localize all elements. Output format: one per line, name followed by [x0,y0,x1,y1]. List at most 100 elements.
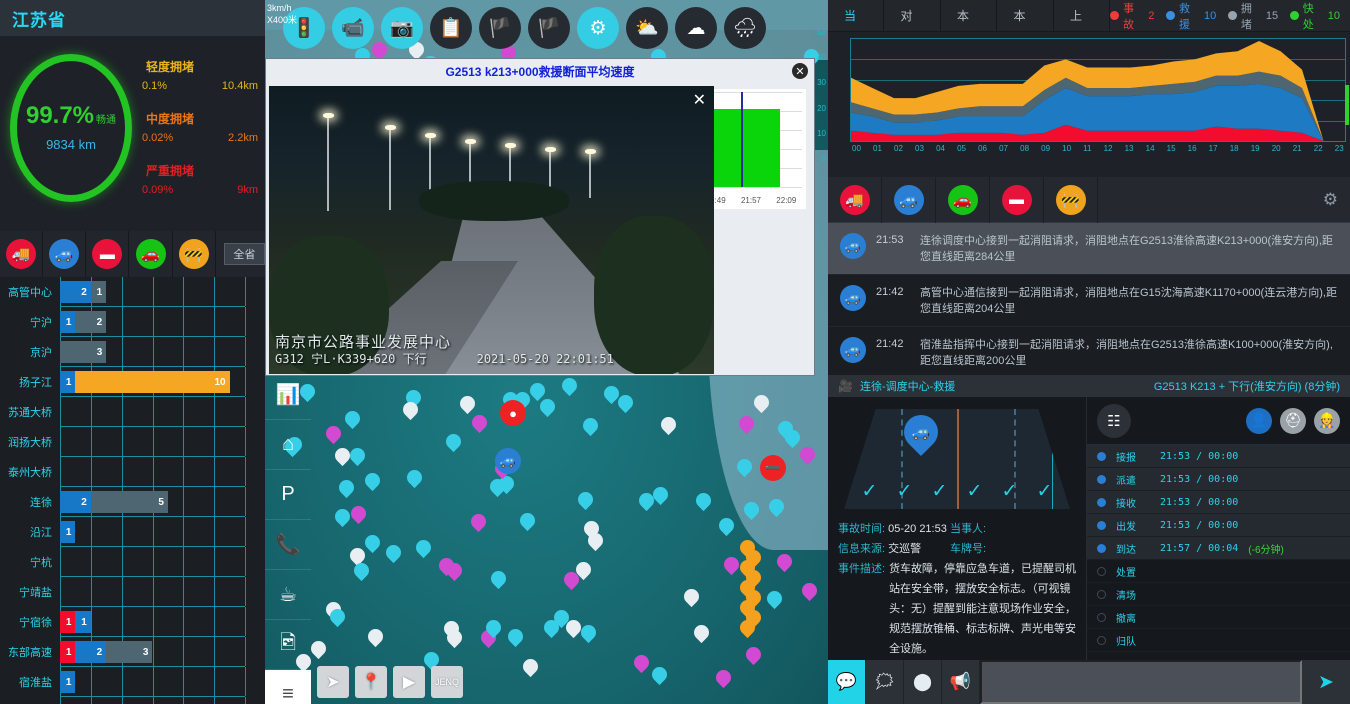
location-pin-icon[interactable]: 📍 [355,666,387,698]
map-pin[interactable] [724,557,739,576]
close-icon[interactable]: ✕ [792,63,808,79]
map-pin[interactable] [684,589,699,608]
map-pin[interactable] [386,545,401,564]
map-pin[interactable] [350,448,365,467]
map-pin[interactable] [719,518,734,537]
clear-filter-button[interactable]: 🚗 [936,176,990,223]
bar-chart-row[interactable]: 泰州大桥 [0,457,265,487]
bar-chart-row[interactable]: 宁宿徐 1 1 [0,607,265,637]
bar-segment[interactable]: 1 [60,311,76,333]
bar-segment[interactable]: 2 [75,641,107,663]
map-pin[interactable] [578,492,593,511]
map-pin[interactable] [744,502,759,521]
legend-item-quick[interactable]: 快处 10 [1290,0,1340,32]
tab-today[interactable]: 当日 [828,0,885,55]
map-pin[interactable] [604,386,619,405]
map-pin[interactable] [584,521,599,540]
legend-item-accident[interactable]: 事故 2 [1110,0,1154,32]
timeline-row[interactable]: 派遣 21:53 / 00:00 [1087,468,1350,491]
bar-segment[interactable]: 5 [90,491,168,513]
bar-chart-row[interactable]: 高管中心 2 1 [0,277,265,307]
bar-chart-row[interactable]: 京沪 3 [0,337,265,367]
rescue-filter-button[interactable]: 🚙 [882,176,936,223]
sign-board-icon[interactable]: 📋 [430,7,472,49]
navigate-icon[interactable]: ➤ [317,666,349,698]
parking-icon[interactable]: P [265,470,311,520]
bar-chart-row[interactable]: 宿淮盐 1 [0,667,265,697]
service-area-icon[interactable]: ☕ [265,570,311,620]
map-pin[interactable] [365,473,380,492]
map-pin[interactable] [661,417,676,436]
map-pin[interactable] [351,506,366,525]
list-item[interactable]: 🚙 21:53 连徐调度中心接到一起消阻请求，消阻地点在G2513淮徐高速K21… [828,223,1350,275]
bar-segment[interactable]: 2 [60,491,91,513]
timeline-row[interactable]: 到达 21:57 / 00:04 (-6分钟) [1087,537,1350,560]
map-pin[interactable] [486,620,501,639]
map-pin[interactable] [403,402,418,421]
map-pin[interactable] [354,563,369,582]
event-list[interactable]: 🚙 21:53 连徐调度中心接到一起消阻请求，消阻地点在G2513淮徐高速K21… [828,223,1350,375]
map-pin[interactable] [754,395,769,414]
bar-chart-row[interactable]: 东部高速 1 2 3 [0,637,265,667]
map-pin[interactable] [326,426,341,445]
tab-month[interactable]: 本月 [941,0,998,55]
bar-chart-row[interactable]: 连徐 2 5 [0,487,265,517]
video-player[interactable]: ✕ 南京市公路事业发展中心 G312 宁L·K339+620 下行 2021-0… [269,86,714,374]
map-pin[interactable] [530,383,545,402]
play-icon[interactable]: ▶ [393,666,425,698]
bar-chart-row[interactable]: 南京三桥 [0,697,265,704]
map-pin[interactable] [508,629,523,648]
bar-chart-row[interactable]: 润扬大桥 [0,427,265,457]
role-helmet-icon[interactable]: ⛑ [1280,407,1306,434]
org-tree-icon[interactable]: ☷ [1097,403,1131,438]
timeline-row[interactable]: 出发 21:53 / 00:00 [1087,514,1350,537]
group-chat-icon[interactable]: 🗯 [866,660,904,704]
closure-filter-button[interactable]: ▬ [990,176,1044,223]
bar-segment[interactable]: 1 [60,371,76,393]
bar-chart-row[interactable]: 苏通大桥 [0,397,265,427]
map-pin[interactable] [439,558,454,577]
map-pin[interactable] [339,480,354,499]
bar-segment[interactable]: 1 [60,611,76,633]
bubble-icon[interactable]: ⬤ [904,660,942,704]
timeline-row[interactable]: 清场 [1087,583,1350,606]
map-pin[interactable] [777,554,792,573]
map-pin[interactable] [581,625,596,644]
menu-icon[interactable]: ≡ [265,670,311,704]
map-pin[interactable] [460,396,475,415]
bar-chart-row[interactable]: 沿江 1 [0,517,265,547]
video-popup-window[interactable]: G2513 k213+000救援断面平均速度 ✕ 21:49 21:57 22:… [265,58,815,376]
clear-filter-button[interactable]: 🚗 [129,231,173,277]
map-pin[interactable] [335,509,350,528]
role-worker-icon[interactable]: 👷 [1314,407,1340,434]
map-pin[interactable] [778,421,793,440]
video-close-icon[interactable]: ✕ [693,90,706,110]
map-pin[interactable] [618,395,633,414]
chat-input[interactable] [980,660,1302,704]
broadcast-icon[interactable]: 📢 [942,660,980,704]
map-construction-pin[interactable] [740,620,755,639]
map-pin[interactable] [335,448,350,467]
list-item[interactable]: 🚙 21:42 高管中心通信接到一起消阻请求，消阻地点在G15沈海高速K1170… [828,275,1350,327]
map-pin[interactable] [800,447,815,466]
bar-segment[interactable]: 3 [106,641,153,663]
video-camera-icon[interactable]: 🎥 [838,379,853,393]
bar-segment[interactable]: 2 [60,281,91,303]
message-icon[interactable]: 💬 [828,660,866,704]
settings-gear-icon[interactable]: ⚙ [577,7,619,49]
map-pin[interactable] [634,655,649,674]
accident-filter-button[interactable]: 🚚 [828,176,882,223]
bar-chart-row[interactable]: 扬子江 1 10 [0,367,265,397]
map-pin[interactable] [330,609,345,628]
map-accident-marker[interactable]: ● [500,400,526,426]
bar-segment[interactable]: 1 [90,281,107,303]
gear-icon[interactable]: ⚙ [1323,190,1338,210]
tab-last-year[interactable]: 上年 [1054,0,1111,55]
map-pin[interactable] [653,487,668,506]
map-pin[interactable] [523,659,538,678]
bar-segment[interactable]: 1 [75,611,91,633]
timeline-row[interactable]: 处置 [1087,560,1350,583]
map-pin[interactable] [471,514,486,533]
map-pin[interactable] [520,513,535,532]
timeline-row[interactable]: 撤离 [1087,606,1350,629]
